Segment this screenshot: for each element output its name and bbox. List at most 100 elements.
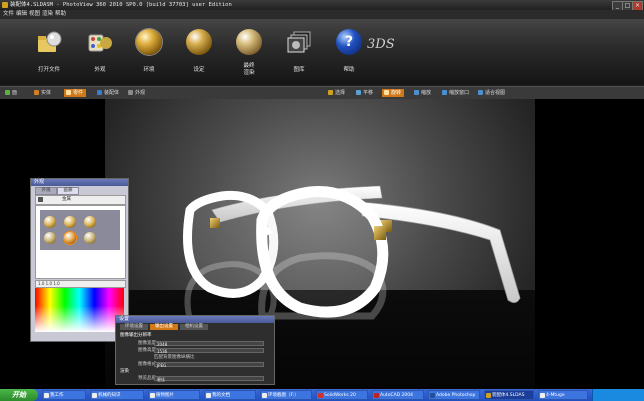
color-r: 1.0 [38,281,45,286]
settings-button[interactable]: 设定 [176,23,222,83]
folder-icon [92,393,97,398]
tab-label: 缩放窗口 [449,90,470,96]
toolbar-tabs: 面 实体 零件 装配体 外观 选择 平移 旋转 缩放 缩放窗口 适合视图 [0,86,644,100]
select-icon [328,90,333,95]
open-file-button[interactable]: 打开文件 [26,23,72,83]
folder-icon [150,393,155,398]
taskbar-item-active[interactable]: 装配体4.SLDAS [484,390,534,400]
output-panel-header: 设置 [116,316,274,323]
tab-part[interactable]: 零件 [64,89,87,97]
image-gallery-icon [287,31,311,53]
aspect-ratio-checkbox[interactable]: 匹配背景图像纵横比 [120,355,195,360]
tab-gallery[interactable]: 画廊 [57,187,79,195]
tab-label: 缩放 [421,90,432,96]
folder-icon [206,393,211,398]
color-values: 1.0 1.0 1.0 [35,280,126,288]
image-width-input[interactable]: 2048 [154,341,264,347]
title-bar: 装配体4.SLDASM - PhotoView 360 2010 SP0.0 [… [0,0,644,11]
material-swatch[interactable] [44,232,56,244]
appearance-label: 外观 [94,67,106,73]
tab-environment-settings[interactable]: 环境设置 [120,324,148,330]
menu-help[interactable]: 帮助 [55,10,66,19]
taskbar-item[interactable]: SolidWorks 20 [316,390,368,400]
start-button[interactable]: 开始 [0,389,38,401]
tab-camera-settings[interactable]: 相机设置 [180,324,208,330]
material-swatch[interactable] [84,232,96,244]
tab-appearance-list[interactable]: 外观 [35,187,57,195]
material-swatch[interactable] [84,216,96,228]
preview-quality-select[interactable]: 更佳 [154,376,264,382]
menu-render[interactable]: 渲染 [42,10,53,19]
taskbar-item-label: 我工作 [50,393,64,398]
environment-sphere-icon [136,29,162,55]
section-resolution: 图像输出分辨率 [120,333,152,338]
material-swatch[interactable] [64,216,76,228]
settings-label: 设定 [193,67,205,73]
zoom-icon [414,90,419,95]
back-icon[interactable] [38,197,43,202]
menu-file[interactable]: 文件 [3,10,14,19]
ds-logo: 3DS [367,37,395,52]
tab-rotate[interactable]: 旋转 [382,89,405,97]
environment-button[interactable]: 环境 [126,23,172,83]
open-file-label: 打开文件 [37,67,60,73]
image-height-input[interactable]: 1536 [154,348,264,354]
tab-zoom-window[interactable]: 缩放窗口 [440,89,472,97]
taskbar-item[interactable]: 4-Mtuge [538,390,588,400]
tab-pan[interactable]: 平移 [354,89,376,97]
material-swatches [35,205,126,279]
final-render-button[interactable]: 最终 渲染 [226,23,272,83]
tab-output-settings[interactable]: 输出设置 [150,324,178,330]
appearance-small-icon [128,90,133,95]
material-swatch[interactable] [44,216,56,228]
taskbar-item[interactable]: 环境截图（F:） [260,390,312,400]
tab-label: 适合视图 [485,90,506,96]
tab-zoom[interactable]: 缩放 [412,89,434,97]
taskbar-item[interactable]: 我工作 [42,390,86,400]
image-format-label: 图像格式 [138,362,156,367]
tab-label: 面 [12,90,18,96]
tab-assembly[interactable]: 装配体 [95,89,122,97]
image-gallery-button[interactable]: 图库 [276,23,322,83]
tab-face[interactable]: 面 [3,89,20,97]
taskbar-item-label: Adobe Photoshop [436,393,476,398]
open-folder-icon [38,31,62,52]
tab-appearance[interactable]: 外观 [126,89,148,97]
image-format-select[interactable]: JPEG [154,362,264,368]
tab-select[interactable]: 选择 [326,89,348,97]
tab-body[interactable]: 实体 [32,89,54,97]
menu-view[interactable]: 视图 [29,10,40,19]
menu-edit[interactable]: 编辑 [16,10,27,19]
environment-label: 环境 [143,67,155,73]
ribbon-toolbar: 打开文件 外观 环境 设定 最终 渲染 图库 ? 帮助 3DS [0,19,644,84]
image-gallery-label: 图库 [293,67,305,73]
tab-label: 零件 [73,90,84,96]
body-icon [34,90,39,95]
part-icon [66,90,71,95]
taskbar-item[interactable]: 我的文档 [204,390,256,400]
tab-label: 外观 [135,90,146,96]
photoshop-icon [430,393,435,398]
appearance-button[interactable]: 外观 [77,23,123,83]
color-picker[interactable] [35,288,124,332]
taskbar-item[interactable]: 植物图片 [148,390,200,400]
tab-label: 旋转 [391,90,402,96]
app-icon [2,2,8,8]
fit-view-icon [478,90,483,95]
output-panel-title: 设置 [119,316,130,322]
material-swatch-selected[interactable] [64,232,76,244]
taskbar-item-label: SolidWorks 20 [324,393,356,398]
taskbar-item-label: 4-Mtuge [546,393,565,398]
window-title: 装配体4.SLDASM - PhotoView 360 2010 SP0.0 [… [10,2,232,8]
assembly-icon [97,90,102,95]
help-sphere-icon: ? [336,29,362,55]
folder-icon [44,393,49,398]
help-button[interactable]: ? 帮助 [326,23,372,83]
taskbar-item-label: 环境截图（F:） [268,393,299,398]
system-tray [592,389,644,401]
output-settings-panel: 设置 环境设置 输出设置 相机设置 图像输出分辨率 图像宽度 2048 图像高度 1… [115,315,275,385]
taskbar-item[interactable]: 机械的知识 [90,390,144,400]
taskbar-item[interactable]: Adobe Photoshop [428,390,480,400]
taskbar-item[interactable]: AutoCAD 2004 [372,390,424,400]
tab-fit-view[interactable]: 适合视图 [476,89,508,97]
